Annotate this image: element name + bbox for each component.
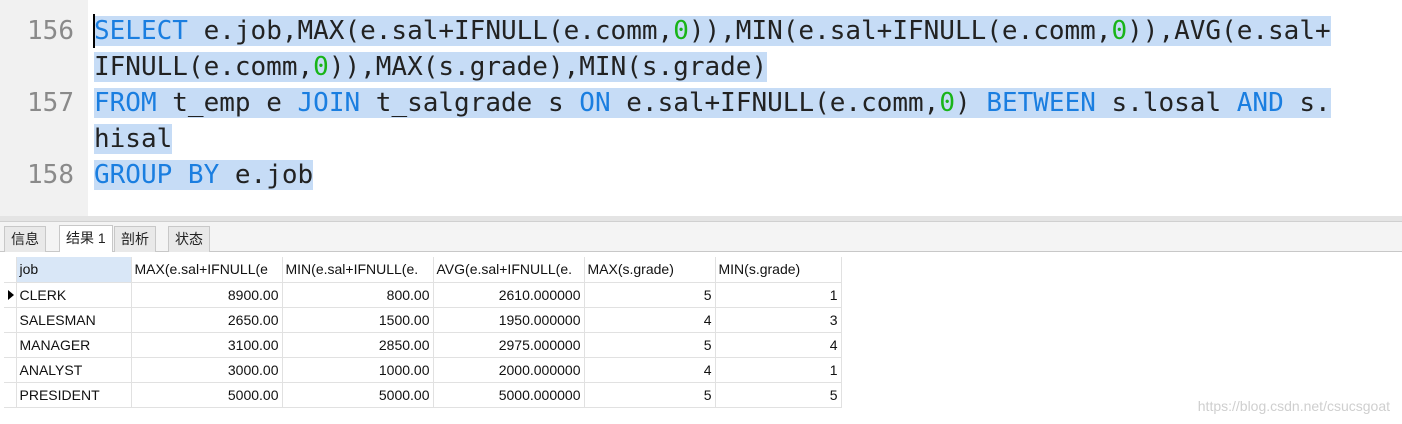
sql-text: ) bbox=[955, 88, 987, 118]
tab-status[interactable]: 状态 bbox=[168, 226, 210, 252]
sql-keyword: ON bbox=[579, 88, 611, 118]
sql-text: )),AVG(e.sal+ bbox=[1127, 16, 1331, 46]
table-cell[interactable]: 1000.00 bbox=[282, 357, 434, 383]
line-number: 157 bbox=[27, 88, 74, 118]
table-cell[interactable]: 1950.000000 bbox=[433, 307, 585, 333]
sql-keyword: JOIN bbox=[297, 88, 361, 118]
column-header[interactable]: MIN(e.sal+IFNULL(e. bbox=[282, 257, 434, 283]
sql-number: 0 bbox=[673, 16, 689, 46]
text-caret bbox=[93, 14, 95, 48]
code-line[interactable]: GROUP BY e.job bbox=[94, 157, 314, 193]
table-cell[interactable]: 2000.000000 bbox=[433, 357, 585, 383]
table-cell[interactable]: 4 bbox=[584, 357, 716, 383]
table-cell[interactable]: SALESMAN bbox=[16, 307, 132, 333]
table-cell[interactable]: 8900.00 bbox=[131, 282, 283, 308]
selected-text: GROUP BY e.job bbox=[94, 160, 314, 190]
tab-result-1[interactable]: 结果 1 bbox=[59, 225, 113, 252]
selected-text: IFNULL(e.comm,0)),MAX(s.grade),MIN(s.gra… bbox=[94, 52, 768, 82]
sql-number: 0 bbox=[1111, 16, 1128, 46]
result-tab-bar: 信息 结果 1 剖析 状态 bbox=[0, 222, 1402, 252]
sql-text: )),MAX(s.grade),MIN(s.grade) bbox=[328, 52, 768, 82]
result-table: job MAX(e.sal+IFNULL(e MIN(e.sal+IFNULL(… bbox=[4, 257, 842, 408]
selected-text: hisal bbox=[94, 124, 173, 154]
column-header[interactable]: MAX(s.grade) bbox=[584, 257, 716, 283]
table-cell[interactable]: 3100.00 bbox=[131, 332, 283, 358]
row-indicator[interactable] bbox=[4, 357, 17, 383]
sql-keyword: AND bbox=[1236, 88, 1284, 118]
sql-text: IFNULL(e.comm, bbox=[94, 52, 314, 82]
sql-keyword: BETWEEN bbox=[986, 88, 1096, 118]
selected-text: FROM t_emp e JOIN t_salgrade s ON e.sal+… bbox=[94, 88, 1331, 118]
sql-keyword: SELECT bbox=[94, 16, 188, 46]
table-cell[interactable]: 2610.000000 bbox=[433, 282, 585, 308]
result-grid[interactable]: job MAX(e.sal+IFNULL(e MIN(e.sal+IFNULL(… bbox=[0, 252, 1402, 424]
column-header[interactable]: MAX(e.sal+IFNULL(e bbox=[131, 257, 283, 283]
code-line[interactable]: IFNULL(e.comm,0)),MAX(s.grade),MIN(s.gra… bbox=[94, 49, 768, 85]
table-row[interactable]: PRESIDENT 5000.00 5000.00 5000.000000 5 5 bbox=[4, 382, 842, 408]
sql-number: 0 bbox=[313, 52, 329, 82]
table-row[interactable]: MANAGER 3100.00 2850.00 2975.000000 5 4 bbox=[4, 332, 842, 358]
sql-editor[interactable]: 156 157 158 SELECT e.job,MAX(e.sal+IFNUL… bbox=[0, 0, 1402, 216]
table-row[interactable]: ANALYST 3000.00 1000.00 2000.000000 4 1 bbox=[4, 357, 842, 383]
sql-text: )),MIN(e.sal+IFNULL(e.comm, bbox=[688, 16, 1112, 46]
header-row: job MAX(e.sal+IFNULL(e MIN(e.sal+IFNULL(… bbox=[4, 257, 842, 283]
sql-text: e.job,MAX(e.sal+IFNULL(e.comm, bbox=[187, 16, 674, 46]
table-cell[interactable]: 5000.000000 bbox=[433, 382, 585, 408]
table-cell[interactable]: 3 bbox=[715, 307, 842, 333]
table-cell[interactable]: 4 bbox=[715, 332, 842, 358]
table-row[interactable]: SALESMAN 2650.00 1500.00 1950.000000 4 3 bbox=[4, 307, 842, 333]
table-cell[interactable]: 3000.00 bbox=[131, 357, 283, 383]
sql-text: hisal bbox=[94, 124, 173, 154]
row-indicator[interactable] bbox=[4, 382, 17, 408]
table-cell[interactable]: 5000.00 bbox=[282, 382, 434, 408]
code-line[interactable]: FROM t_emp e JOIN t_salgrade s ON e.sal+… bbox=[94, 85, 1331, 121]
row-indicator[interactable] bbox=[4, 332, 17, 358]
row-indicator[interactable] bbox=[4, 282, 17, 308]
table-cell[interactable]: 2850.00 bbox=[282, 332, 434, 358]
table-cell[interactable]: 5000.00 bbox=[131, 382, 283, 408]
line-number: 158 bbox=[27, 160, 74, 190]
table-cell[interactable]: 2975.000000 bbox=[433, 332, 585, 358]
column-header[interactable]: job bbox=[16, 257, 132, 283]
table-cell[interactable]: 1500.00 bbox=[282, 307, 434, 333]
table-cell[interactable]: PRESIDENT bbox=[16, 382, 132, 408]
table-cell[interactable]: 1 bbox=[715, 282, 842, 308]
table-cell[interactable]: 5 bbox=[584, 282, 716, 308]
table-cell[interactable]: 1 bbox=[715, 357, 842, 383]
sql-text: t_emp e bbox=[156, 88, 298, 118]
sql-text: t_salgrade s bbox=[360, 88, 580, 118]
line-number-gutter: 156 157 158 bbox=[0, 0, 88, 216]
row-indicator[interactable] bbox=[4, 307, 17, 333]
sql-number: 0 bbox=[939, 88, 955, 118]
current-row-arrow-icon bbox=[8, 289, 14, 300]
sql-text: s. bbox=[1283, 88, 1331, 118]
table-cell[interactable]: ANALYST bbox=[16, 357, 132, 383]
selected-text: SELECT e.job,MAX(e.sal+IFNULL(e.comm,0))… bbox=[94, 16, 1331, 46]
table-cell[interactable]: 5 bbox=[584, 382, 716, 408]
code-line[interactable]: SELECT e.job,MAX(e.sal+IFNULL(e.comm,0))… bbox=[94, 13, 1331, 49]
watermark: https://blog.csdn.net/csucsgoat bbox=[1197, 398, 1390, 414]
table-cell[interactable]: CLERK bbox=[16, 282, 132, 308]
sql-text: e.job bbox=[219, 160, 314, 190]
sql-keyword: GROUP BY bbox=[94, 160, 220, 190]
table-cell[interactable]: 5 bbox=[715, 382, 842, 408]
row-indicator-header bbox=[4, 257, 17, 283]
table-row[interactable]: CLERK 8900.00 800.00 2610.000000 5 1 bbox=[4, 282, 842, 308]
tab-profile[interactable]: 剖析 bbox=[114, 226, 156, 252]
table-cell[interactable]: 2650.00 bbox=[131, 307, 283, 333]
code-line[interactable]: hisal bbox=[94, 121, 173, 157]
sql-keyword: FROM bbox=[94, 88, 157, 118]
table-cell[interactable]: 5 bbox=[584, 332, 716, 358]
sql-text: e.sal+IFNULL(e.comm, bbox=[610, 88, 940, 118]
line-number: 156 bbox=[27, 16, 74, 46]
column-header[interactable]: AVG(e.sal+IFNULL(e. bbox=[433, 257, 585, 283]
tab-info[interactable]: 信息 bbox=[4, 226, 46, 252]
column-header[interactable]: MIN(s.grade) bbox=[715, 257, 842, 283]
table-cell[interactable]: MANAGER bbox=[16, 332, 132, 358]
table-cell[interactable]: 800.00 bbox=[282, 282, 434, 308]
sql-text: s.losal bbox=[1095, 88, 1237, 118]
table-cell[interactable]: 4 bbox=[584, 307, 716, 333]
